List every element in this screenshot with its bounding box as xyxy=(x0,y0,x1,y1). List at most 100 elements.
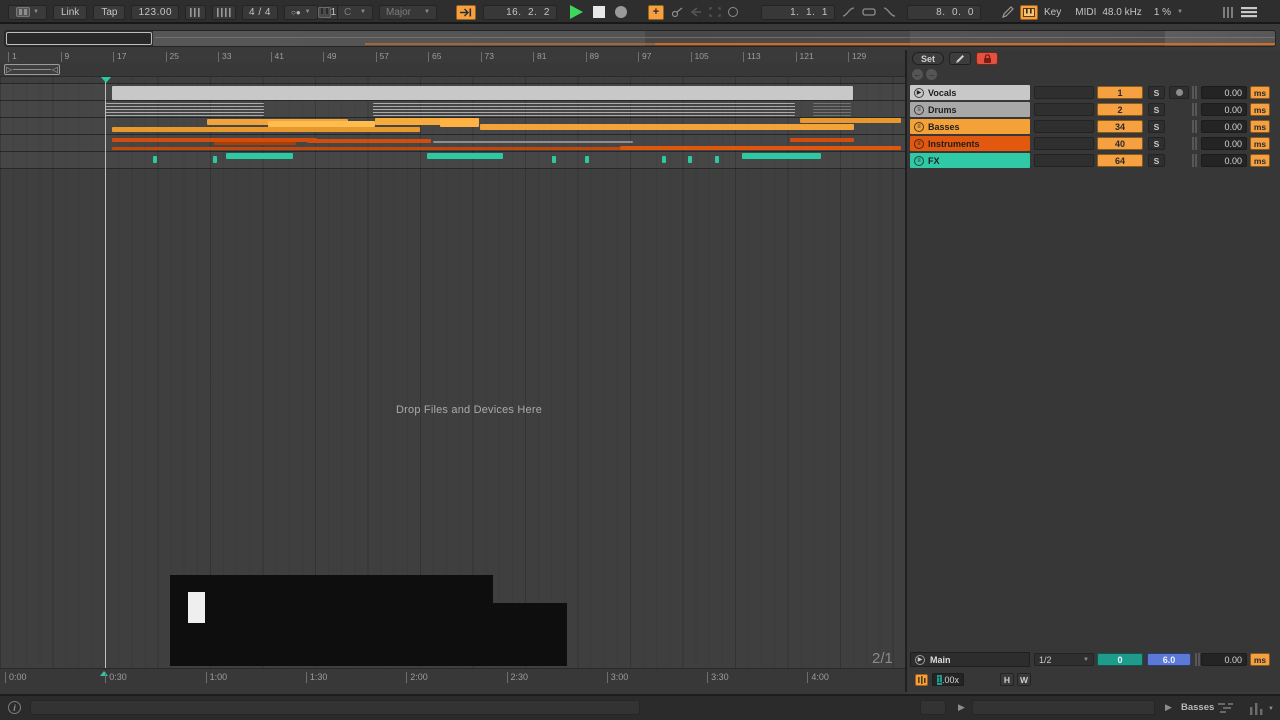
track-io-cell[interactable] xyxy=(1034,86,1094,99)
track-delay-value[interactable]: 0.00 xyxy=(1201,154,1247,167)
clip-segment[interactable] xyxy=(800,118,901,123)
main-delay-unit[interactable]: ms xyxy=(1250,653,1270,666)
clip-segment[interactable] xyxy=(688,156,692,163)
scrub-area[interactable]: ▷◁ xyxy=(0,63,905,77)
tempo-follower-icon[interactable] xyxy=(915,674,928,686)
menu-icon[interactable]: ≡ xyxy=(914,105,924,115)
stop-button[interactable] xyxy=(593,6,605,18)
track-delay-value[interactable]: 0.00 xyxy=(1201,86,1247,99)
track-header-vocals[interactable]: ▶Vocals 1S 0.00ms xyxy=(907,85,1280,101)
clip-segment[interactable] xyxy=(112,127,420,132)
track-input-channel[interactable]: 1 xyxy=(1097,86,1143,99)
playhead-marker-icon[interactable] xyxy=(101,77,111,83)
playback-speed-field[interactable]: 1.00x xyxy=(932,673,964,686)
clip-segment[interactable] xyxy=(790,138,854,142)
lock-envelopes-button[interactable] xyxy=(976,52,998,65)
track-io-cell[interactable] xyxy=(1034,103,1094,116)
track-delay-unit[interactable]: ms xyxy=(1250,120,1270,133)
midi-map-toggle[interactable]: MIDI xyxy=(1075,7,1096,18)
clip-segment[interactable] xyxy=(662,156,666,163)
track-input-channel[interactable]: 2 xyxy=(1097,103,1143,116)
track-io-cell[interactable] xyxy=(1034,154,1094,167)
track-header-basses[interactable]: ≡Basses34S0.00ms xyxy=(907,119,1280,135)
loop-length-field[interactable]: 8. 0. 0 xyxy=(907,5,981,20)
key-root-menu[interactable]: C ▼ xyxy=(337,5,373,20)
clip-segment[interactable] xyxy=(715,156,719,163)
track-name-cell[interactable]: ≡FX xyxy=(910,153,1030,168)
track-name-cell[interactable]: ≡Basses xyxy=(910,119,1030,134)
track-header-fx[interactable]: ≡FX 64 S 0.00ms xyxy=(907,153,1280,169)
main-track-name-cell[interactable]: ▶ Main xyxy=(910,652,1030,667)
play-icon[interactable]: ▶ xyxy=(914,88,924,98)
tap-tempo-button[interactable]: Tap xyxy=(93,5,125,20)
solo-button[interactable]: S xyxy=(1148,86,1165,99)
back-arrow-button[interactable]: ← xyxy=(912,69,923,80)
clip-segment[interactable] xyxy=(213,156,217,163)
beat-time-ruler[interactable]: 191725334149576573818997105113121129 xyxy=(0,50,905,63)
nudge-up-button[interactable] xyxy=(212,5,236,20)
solo-button[interactable]: S xyxy=(1148,103,1165,116)
time-signature-field[interactable]: 4 / 4 xyxy=(242,5,278,20)
solo-button[interactable]: S xyxy=(1148,154,1165,167)
draw-automation-button[interactable] xyxy=(949,52,971,65)
metronome-button[interactable]: ○● ▼ xyxy=(284,5,318,20)
menu-hamburger-icon[interactable] xyxy=(1241,6,1257,18)
menu-icon[interactable]: ≡ xyxy=(914,122,924,132)
clip-segment[interactable] xyxy=(585,156,589,163)
computer-midi-keyboard-button[interactable] xyxy=(1020,5,1038,20)
clip-segment[interactable] xyxy=(307,139,431,143)
overview-viewport-box[interactable] xyxy=(6,32,152,45)
clip-segment[interactable] xyxy=(433,141,633,143)
session-record-icon[interactable] xyxy=(728,7,738,17)
track-delay-unit[interactable]: ms xyxy=(1250,103,1270,116)
link-button[interactable]: Link xyxy=(53,5,87,20)
arrangement-record-button[interactable] xyxy=(615,6,627,18)
time-ruler[interactable]: 0:000:301:001:302:002:303:003:304:00 xyxy=(0,668,905,694)
menu-icon[interactable]: ≡ xyxy=(914,139,924,149)
track-delay-unit[interactable]: ms xyxy=(1250,86,1270,99)
track-input-channel[interactable]: 40 xyxy=(1097,137,1143,150)
clip-segment[interactable] xyxy=(813,103,851,116)
loop-start-handle-icon[interactable]: ▷ xyxy=(6,66,12,74)
solo-button[interactable]: S xyxy=(1148,120,1165,133)
track-name-cell[interactable]: ▶Vocals xyxy=(910,85,1030,100)
clip-segment[interactable] xyxy=(153,156,157,163)
clip-segment[interactable] xyxy=(112,147,620,150)
cpu-load-readout[interactable]: 1 % xyxy=(1154,7,1171,18)
main-output-routing[interactable]: 1/2 ▼ xyxy=(1034,653,1094,666)
track-input-channel[interactable]: 64 xyxy=(1097,154,1143,167)
loop-start-field[interactable]: 1. 1. 1 xyxy=(761,5,835,20)
track-input-channel[interactable]: 34 xyxy=(1097,120,1143,133)
clip-segment[interactable] xyxy=(620,146,901,150)
width-zoom-button[interactable]: W xyxy=(1017,673,1031,686)
clip-segment[interactable] xyxy=(214,142,296,145)
forward-arrow-button[interactable]: → xyxy=(926,69,937,80)
clip-segment[interactable] xyxy=(112,86,853,100)
follow-button[interactable] xyxy=(456,5,476,20)
level-meters-icon[interactable] xyxy=(1250,702,1263,715)
arrangement-overview[interactable] xyxy=(4,30,1276,47)
clip-segment[interactable] xyxy=(226,153,293,159)
chevron-down-icon[interactable]: ▼ xyxy=(1268,706,1274,712)
nudge-down-button[interactable] xyxy=(185,5,206,20)
track-io-cell[interactable] xyxy=(1034,120,1094,133)
clip-segment[interactable] xyxy=(742,153,821,159)
track-delay-unit[interactable]: ms xyxy=(1250,137,1270,150)
menu-icon[interactable]: ≡ xyxy=(914,156,924,166)
clip-segment[interactable] xyxy=(268,121,375,127)
arm-button[interactable] xyxy=(1169,86,1189,99)
clip-segment[interactable] xyxy=(440,118,479,127)
track-delay-value[interactable]: 0.00 xyxy=(1201,103,1247,116)
set-button[interactable]: Set xyxy=(912,52,944,65)
clip-segment[interactable] xyxy=(373,103,795,116)
main-volume-fader[interactable]: 6.0 xyxy=(1147,653,1191,666)
clip-segment[interactable] xyxy=(106,103,264,116)
track-delay-unit[interactable]: ms xyxy=(1250,154,1270,167)
clip-segment[interactable] xyxy=(427,153,503,159)
clip-play-icon[interactable]: ▶ xyxy=(1165,702,1172,713)
clip-detail-icon[interactable] xyxy=(1218,702,1234,715)
track-delay-value[interactable]: 0.00 xyxy=(1201,137,1247,150)
clip-segment[interactable] xyxy=(480,124,854,130)
main-pan-knob[interactable]: 0 xyxy=(1097,653,1143,666)
track-name-cell[interactable]: ≡Drums xyxy=(910,102,1030,117)
